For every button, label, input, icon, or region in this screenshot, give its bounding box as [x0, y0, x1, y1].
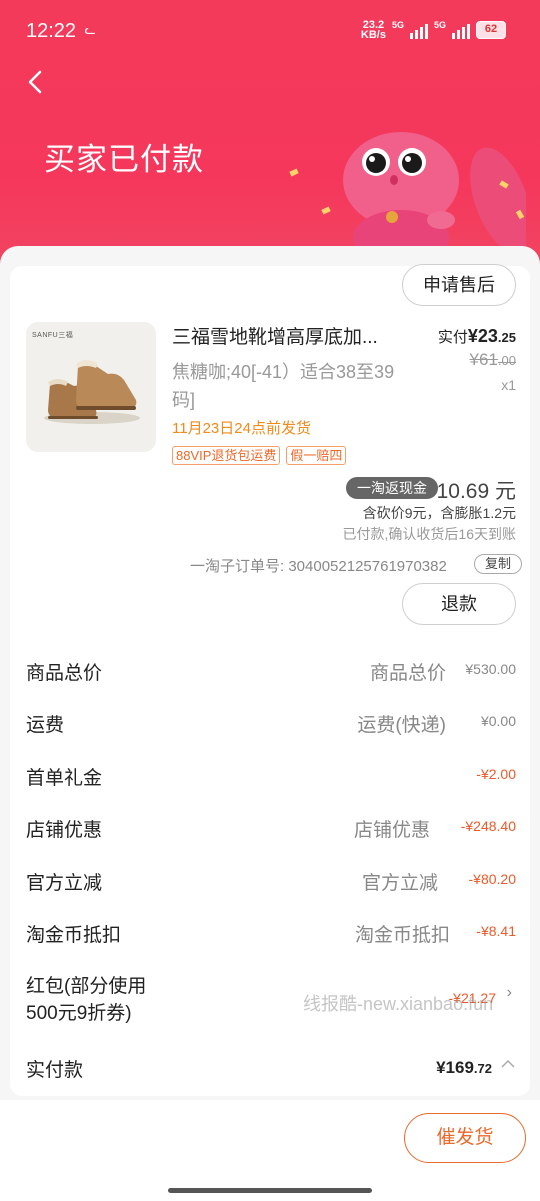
cashback-badge: 一淘返现金 — [346, 477, 438, 499]
fee-row-shop-discount: 店铺优惠 店铺优惠 -¥248.40 — [26, 815, 516, 845]
notification-cat-icon: ᓚ — [84, 22, 96, 37]
fee-label: 官方立减 — [26, 873, 103, 894]
original-price: ¥61.00 — [469, 350, 516, 369]
fee-sublabel: 店铺优惠 — [353, 820, 430, 841]
fee-value: ¥530.00 — [465, 661, 516, 677]
fee-row-official-discount: 官方立减 官方立减 -¥80.20 — [26, 868, 516, 898]
fee-value: -¥248.40 — [460, 818, 516, 834]
signal-label-1: 5G — [391, 20, 404, 30]
fee-row-shipping: 运费 运费(快递) ¥0.00 — [26, 710, 516, 740]
actual-price: 实付¥23.25 — [437, 326, 516, 346]
fee-label: 首单礼金 — [26, 768, 103, 789]
status-bar: 12:22 ᓚ 23.2 KB/s 5G 5G 62 — [0, 0, 540, 64]
fee-sublabel: 官方立减 — [361, 873, 438, 894]
total-paid-label: 实付款 — [26, 1060, 84, 1081]
fee-value: -¥2.00 — [476, 766, 516, 782]
watermark: 线报酷-new.xianbao.fun — [303, 994, 494, 1014]
ship-time: 11月23日24点前发货 — [172, 420, 311, 437]
quantity: x1 — [501, 377, 516, 393]
fee-label: 商品总价 — [26, 663, 103, 684]
product-image[interactable]: SANFU三福 — [26, 322, 156, 452]
fee-value: -¥8.41 — [476, 923, 516, 939]
cashback-amount: 10.69 元 — [436, 480, 516, 503]
page-title: 买家已付款 — [44, 142, 204, 177]
after-sale-button[interactable]: 申请售后 — [402, 264, 516, 306]
status-time: 12:22 — [26, 20, 77, 42]
signal-label-2: 5G — [433, 20, 446, 30]
status-indicators: 23.2 KB/s 5G 5G 62 — [360, 19, 506, 41]
fee-label: 运费 — [26, 715, 65, 736]
cashback-note: 含砍价9元，含膨胀1.2元 — [362, 505, 516, 521]
chevron-up-icon[interactable] — [500, 1056, 516, 1072]
signal-icon — [409, 21, 428, 39]
fee-sublabel: 商品总价 — [369, 663, 446, 684]
fee-sublabel: 淘金币抵扣 — [354, 925, 450, 946]
urge-shipping-button[interactable]: 催发货 — [404, 1113, 526, 1163]
refund-button[interactable]: 退款 — [402, 583, 516, 625]
product-tags: 88VIP退货包运费 假一赔四 — [172, 446, 347, 465]
sub-order-number: 一淘子订单号: 3040052125761970382 — [190, 558, 447, 575]
battery-icon: 62 — [476, 21, 506, 39]
boots-image — [44, 360, 140, 424]
fee-sublabel: 运费(快递) — [357, 715, 446, 736]
fee-label: 淘金币抵扣 — [26, 925, 122, 946]
red-packet-label[interactable]: 红包(部分使用 500元9折券) — [26, 973, 146, 1027]
back-button[interactable] — [24, 64, 54, 100]
product-name[interactable]: 三福雪地靴增高厚底加... — [172, 322, 412, 349]
chevron-right-icon[interactable]: › — [507, 984, 512, 1002]
fee-row-gold-coin: 淘金币抵扣 淘金币抵扣 -¥8.41 — [26, 920, 516, 950]
tag-authentic-guarantee: 假一赔四 — [286, 446, 347, 465]
copy-button[interactable]: 复制 — [474, 554, 522, 574]
network-speed: 23.2 KB/s — [360, 19, 386, 41]
fee-row-first-gift: 首单礼金 -¥2.00 — [26, 763, 516, 793]
cashback-status: 已付款,确认收货后16天到账 — [342, 526, 516, 542]
home-indicator[interactable] — [168, 1188, 372, 1193]
total-paid-value: ¥169.72 — [436, 1058, 492, 1077]
brand-logo: SANFU三福 — [32, 332, 74, 339]
fee-row-goods-total: 商品总价 商品总价 ¥530.00 — [26, 658, 516, 688]
fee-value: -¥80.20 — [468, 871, 516, 887]
signal-icon-2 — [452, 21, 470, 39]
fee-value: ¥0.00 — [480, 713, 516, 729]
product-sku: 焦糖咖;40[-41）适合38至39码] — [172, 362, 395, 410]
mascot-illustration — [343, 132, 526, 250]
chevron-left-icon — [28, 70, 42, 94]
fee-label: 店铺优惠 — [26, 820, 103, 841]
tag-return-shipping: 88VIP退货包运费 — [172, 446, 281, 465]
